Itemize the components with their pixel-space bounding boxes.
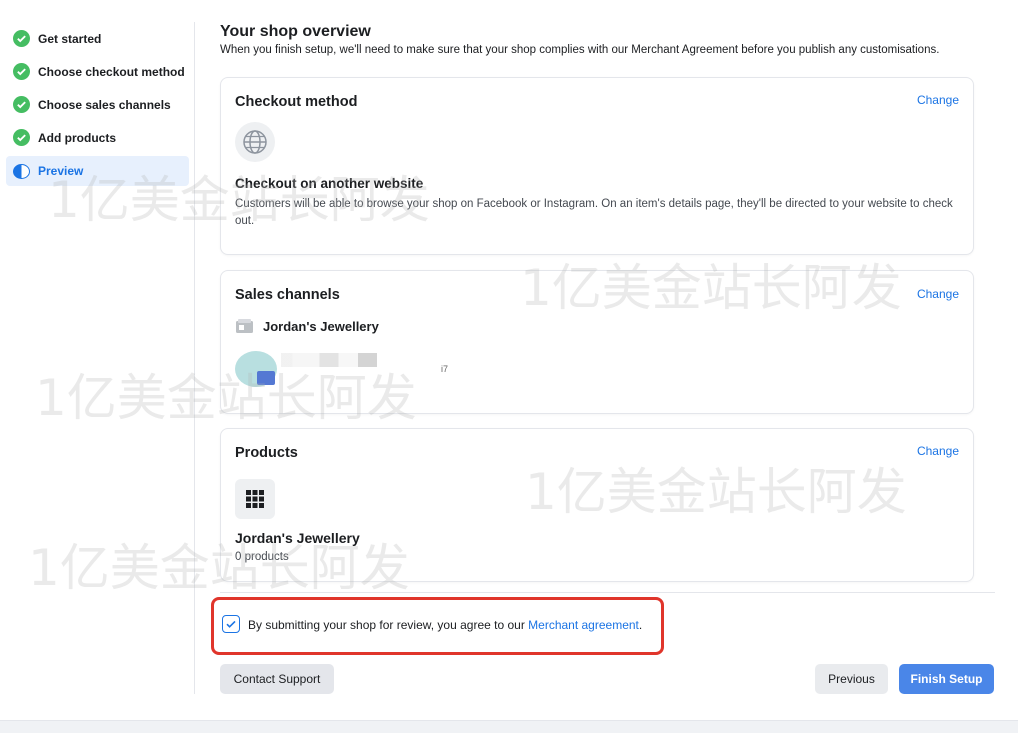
step-label: Preview [38, 164, 84, 178]
step-choose-checkout-method[interactable]: Choose checkout method [0, 55, 194, 88]
check-icon [13, 96, 30, 113]
step-label: Choose checkout method [38, 64, 185, 79]
checkout-method-heading: Checkout method [235, 94, 358, 110]
blurred-account-suffix: i7 [441, 364, 449, 374]
sidebar-divider [194, 22, 195, 694]
previous-button[interactable]: Previous [815, 664, 888, 694]
step-label: Get started [38, 31, 102, 46]
bottom-bar [0, 720, 1018, 733]
check-icon [13, 129, 30, 146]
agreement-label: By submitting your shop for review, you … [248, 618, 529, 632]
change-checkout-link[interactable]: Change [917, 93, 959, 107]
step-preview[interactable]: Preview [6, 156, 189, 186]
page-avatar [235, 351, 277, 387]
check-icon [13, 30, 30, 47]
checkout-method-description: Customers will be able to browse your sh… [235, 198, 953, 227]
checkout-method-name: Checkout on another website [235, 176, 424, 191]
product-count: 0 products [235, 551, 289, 563]
agreement-checkbox[interactable] [222, 615, 240, 633]
change-sales-channels-link[interactable]: Change [917, 287, 959, 301]
products-heading: Products [235, 445, 298, 461]
globe-icon [235, 122, 275, 162]
sales-channel-row: Jordan's Jewellery [235, 318, 379, 334]
shop-icon [236, 319, 253, 333]
step-get-started[interactable]: Get started [0, 22, 194, 55]
step-label: Add products [38, 130, 116, 145]
step-add-products[interactable]: Add products [0, 121, 194, 154]
footer-divider [220, 592, 995, 593]
setup-steps-sidebar: Get started Choose checkout method Choos… [0, 22, 194, 186]
contact-support-button[interactable]: Contact Support [220, 664, 334, 694]
sales-channel-name: Jordan's Jewellery [263, 318, 379, 334]
catalog-name: Jordan's Jewellery [235, 530, 360, 546]
catalog-grid-icon [235, 479, 275, 519]
agreement-text: By submitting your shop for review, you … [248, 618, 642, 632]
checkout-method-card: Checkout method Change Checkout on anoth… [220, 77, 974, 255]
change-products-link[interactable]: Change [917, 444, 959, 458]
blurred-account-name [281, 353, 377, 367]
merchant-agreement-link[interactable]: Merchant agreement [528, 618, 639, 632]
half-circle-progress-icon [13, 163, 30, 179]
agreement-suffix: . [638, 618, 643, 632]
products-card: Products Change Jordan's Jewellery 0 pro… [220, 428, 974, 582]
step-choose-sales-channels[interactable]: Choose sales channels [0, 88, 194, 121]
sales-channels-card: Sales channels Change Jordan's Jewellery… [220, 270, 974, 414]
page-title: Your shop overview [220, 23, 371, 40]
finish-setup-button[interactable]: Finish Setup [899, 664, 994, 694]
blurred-badge-icon [257, 371, 275, 385]
checkmark-icon [226, 620, 236, 628]
sales-channels-heading: Sales channels [235, 287, 340, 303]
check-icon [13, 63, 30, 80]
page-subtitle: When you finish setup, we'll need to mak… [220, 44, 940, 56]
step-label: Choose sales channels [38, 97, 171, 112]
